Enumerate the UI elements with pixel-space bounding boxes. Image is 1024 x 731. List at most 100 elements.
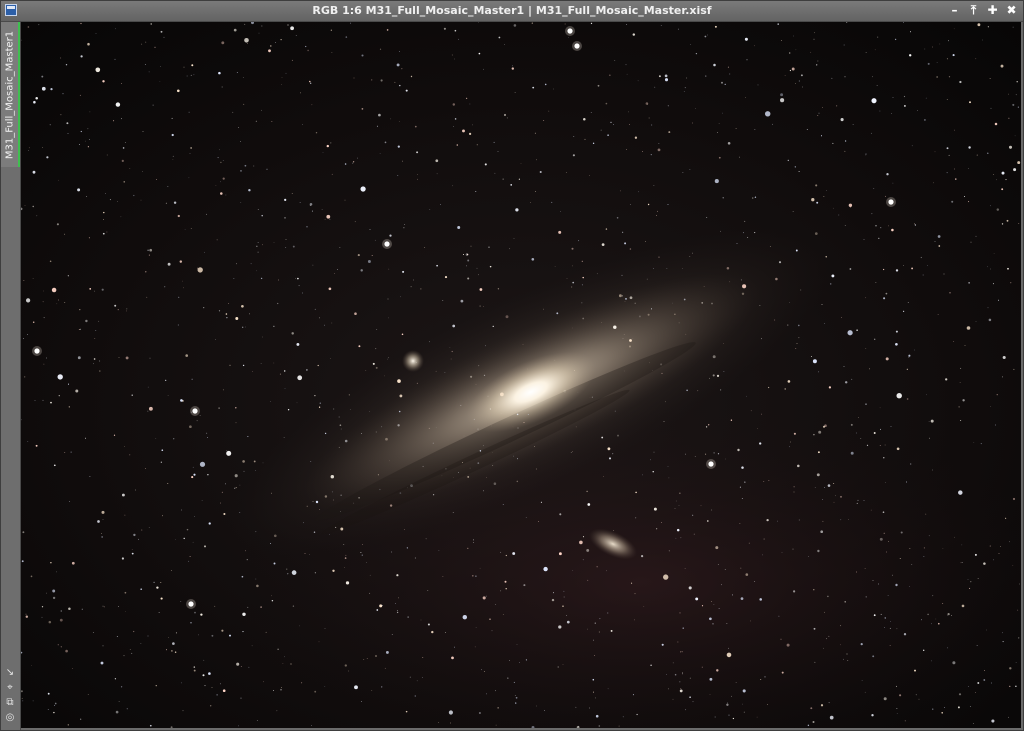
- star: [124, 514, 126, 516]
- star: [745, 97, 746, 99]
- star: [345, 554, 347, 556]
- star: [968, 282, 970, 284]
- star: [718, 122, 720, 124]
- star: [300, 92, 301, 94]
- star: [711, 601, 712, 602]
- star: [850, 451, 854, 455]
- star: [590, 22, 593, 25]
- view-identifier-tab[interactable]: M31_Full_Mosaic_Master1: [1, 22, 20, 167]
- star: [1015, 685, 1017, 687]
- close-button[interactable]: ✖: [1004, 3, 1019, 18]
- star: [47, 692, 50, 695]
- star: [360, 186, 366, 192]
- star: [689, 677, 691, 679]
- star: [387, 298, 389, 300]
- star: [679, 681, 681, 683]
- star: [149, 248, 153, 252]
- star: [95, 33, 97, 34]
- star: [726, 623, 728, 624]
- star: [559, 513, 562, 516]
- star: [989, 545, 991, 547]
- star: [983, 679, 986, 681]
- shade-button[interactable]: ⤒: [966, 3, 981, 18]
- star: [637, 80, 639, 82]
- star: [870, 132, 872, 134]
- star: [780, 39, 782, 41]
- crosshair-icon[interactable]: ⌖: [4, 682, 16, 694]
- star: [800, 74, 803, 77]
- star: [475, 575, 477, 577]
- star: [903, 310, 905, 312]
- star: [932, 469, 933, 471]
- minimize-button[interactable]: –: [947, 3, 962, 18]
- star: [453, 126, 454, 127]
- star: [975, 235, 977, 237]
- star: [693, 533, 695, 535]
- star: [281, 687, 282, 688]
- star: [80, 55, 83, 58]
- star: [562, 664, 564, 665]
- star: [306, 369, 308, 371]
- star: [731, 594, 733, 596]
- star: [428, 427, 430, 429]
- star: [222, 177, 225, 180]
- star: [60, 57, 62, 59]
- star: [31, 664, 32, 666]
- star: [68, 383, 69, 385]
- star: [431, 630, 434, 634]
- bright-star: [192, 408, 198, 414]
- star: [222, 689, 226, 693]
- star: [538, 521, 539, 522]
- star: [248, 666, 250, 668]
- image-viewport[interactable]: [21, 22, 1021, 728]
- star: [865, 154, 867, 156]
- star: [242, 612, 246, 617]
- star: [826, 638, 828, 640]
- star: [371, 689, 373, 691]
- star: [896, 713, 898, 714]
- star: [220, 192, 223, 195]
- star: [60, 646, 62, 648]
- star: [525, 517, 527, 518]
- star: [396, 574, 399, 577]
- star: [712, 623, 714, 625]
- star: [478, 711, 481, 715]
- star: [751, 197, 754, 199]
- star: [41, 86, 46, 91]
- star: [700, 505, 702, 507]
- star: [162, 515, 163, 517]
- star: [680, 688, 682, 690]
- options-icon[interactable]: ◎: [4, 712, 16, 724]
- star: [745, 573, 749, 576]
- star: [483, 671, 485, 672]
- star: [613, 124, 615, 125]
- star: [284, 198, 287, 202]
- star: [879, 407, 881, 409]
- star: [256, 720, 258, 721]
- star: [685, 453, 686, 455]
- star: [182, 710, 184, 712]
- star: [317, 364, 319, 367]
- zoom-to-fit-icon[interactable]: ↘: [4, 667, 16, 679]
- star: [210, 705, 212, 707]
- star: [967, 686, 969, 687]
- star: [22, 700, 24, 702]
- title-bar[interactable]: RGB 1:6 M31_Full_Mosaic_Master1 | M31_Fu…: [1, 1, 1023, 22]
- maximize-button[interactable]: ✚: [985, 3, 1000, 18]
- star: [35, 96, 38, 100]
- star: [735, 682, 737, 683]
- star: [914, 669, 916, 672]
- star: [494, 172, 496, 174]
- star: [469, 103, 471, 105]
- star: [197, 267, 199, 269]
- star: [554, 266, 556, 267]
- star: [222, 160, 224, 161]
- star: [827, 595, 829, 598]
- clone-view-icon[interactable]: ⧉: [4, 697, 16, 709]
- star: [523, 584, 526, 587]
- star: [926, 265, 928, 266]
- star: [682, 672, 683, 674]
- star: [970, 581, 972, 583]
- star: [668, 131, 671, 134]
- star: [42, 301, 44, 303]
